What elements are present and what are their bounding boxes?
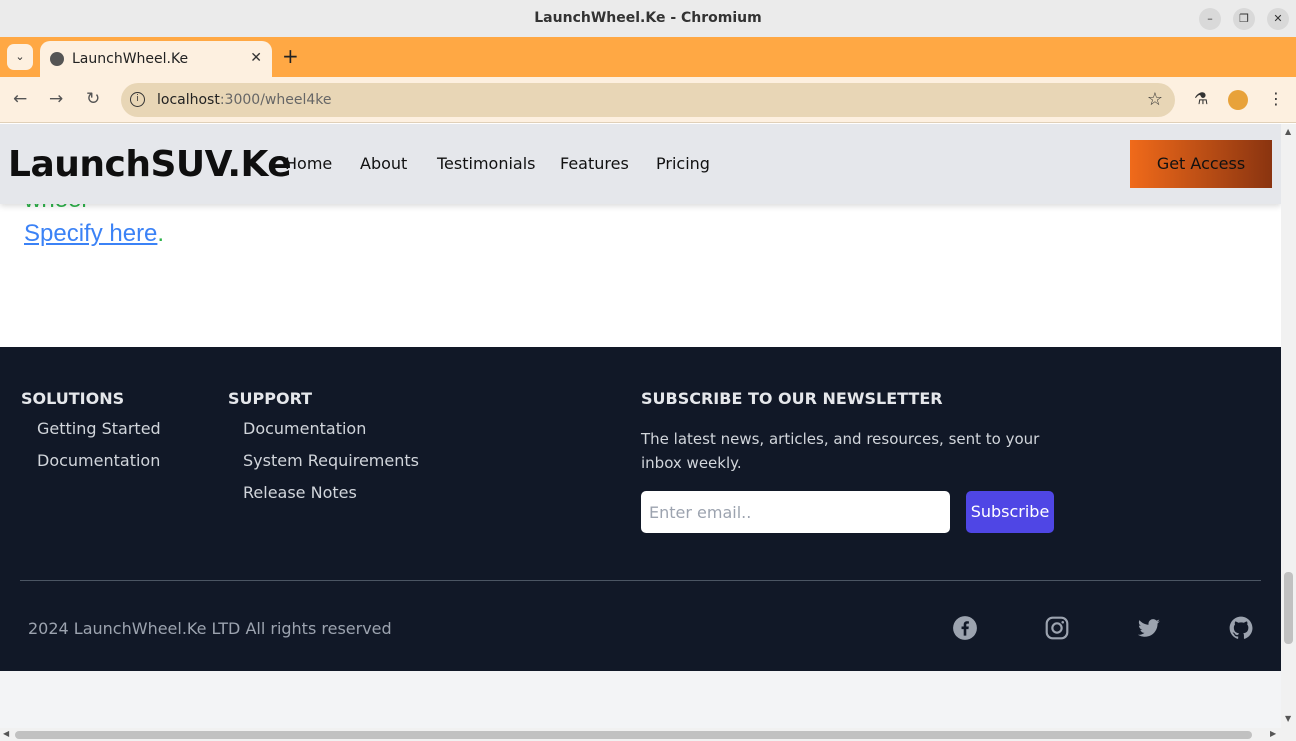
vertical-scrollbar[interactable]: ▲ ▼ [1281,124,1296,728]
footer-link-system-requirements[interactable]: System Requirements [243,451,419,470]
copyright-text: 2024 LaunchWheel.Ke LTD All rights reser… [28,619,392,638]
address-bar[interactable]: i localhost:3000/wheel4ke ☆ [121,83,1175,117]
specify-line: Specify here. [24,220,164,248]
footer-solutions-heading: SOLUTIONS [21,389,125,408]
horizontal-scrollbar[interactable]: ◀ ▶ [0,728,1296,741]
tab-strip: ⌄ LaunchWheel.Ke ✕ + [0,37,1296,77]
footer-link-support-documentation[interactable]: Documentation [243,419,366,438]
instagram-icon[interactable] [1044,615,1070,641]
restore-icon[interactable]: ❐ [1233,8,1255,30]
scroll-left-icon[interactable]: ◀ [3,729,9,738]
back-icon[interactable]: ← [13,89,27,109]
page-viewport: wheel Specify here. LaunchSUV.Ke Home Ab… [0,124,1281,728]
vertical-scroll-thumb[interactable] [1284,572,1293,644]
labs-flask-icon[interactable]: ⚗ [1194,89,1208,108]
bookmark-star-icon[interactable]: ☆ [1147,89,1163,110]
newsletter-description: The latest news, articles, and resources… [641,430,1040,472]
scroll-right-icon[interactable]: ▶ [1270,729,1276,738]
address-url[interactable]: localhost:3000/wheel4ke [157,92,331,108]
url-path: :3000/wheel4ke [219,92,332,108]
nav-testimonials[interactable]: Testimonials [437,154,536,173]
footer-link-documentation[interactable]: Documentation [37,451,160,470]
footer-link-release-notes[interactable]: Release Notes [243,483,357,502]
nav-features[interactable]: Features [560,154,629,173]
new-tab-icon[interactable]: + [282,45,299,67]
facebook-icon[interactable] [952,615,978,641]
newsletter-heading: SUBSCRIBE TO OUR NEWSLETTER [641,389,943,408]
site-info-icon[interactable]: i [130,92,145,107]
profile-avatar-icon[interactable] [1228,90,1248,110]
tab-search-icon[interactable]: ⌄ [7,44,33,70]
tab-close-icon[interactable]: ✕ [250,50,262,66]
subscribe-button[interactable]: Subscribe [966,491,1054,533]
footer-support-heading: SUPPORT [228,389,313,408]
minimize-icon[interactable]: – [1199,8,1221,30]
footer-link-getting-started[interactable]: Getting Started [37,419,161,438]
newsletter-email-input[interactable] [641,491,950,533]
globe-icon [50,52,64,66]
close-window-icon[interactable]: ✕ [1267,8,1289,30]
site-brand[interactable]: LaunchSUV.Ke [8,144,292,185]
tab-title: LaunchWheel.Ke [72,51,189,67]
site-footer: SOLUTIONS Getting Started Documentation … [0,347,1281,671]
forward-icon[interactable]: → [49,89,63,109]
horizontal-scroll-thumb[interactable] [15,731,1252,739]
reload-icon[interactable]: ↻ [86,89,100,109]
nav-about[interactable]: About [360,154,407,173]
menu-kebab-icon[interactable]: ⋮ [1268,89,1284,108]
window-titlebar: LaunchWheel.Ke - Chromium – ❐ ✕ [0,0,1296,37]
browser-toolbar: ← → ↻ i localhost:3000/wheel4ke ☆ ⚗ ⋮ [0,77,1296,123]
tab-active[interactable]: LaunchWheel.Ke ✕ [40,41,272,77]
specify-suffix: . [157,220,165,247]
url-host: localhost [157,92,220,108]
scroll-up-icon[interactable]: ▲ [1285,127,1291,136]
footer-divider [20,580,1261,581]
scroll-down-icon[interactable]: ▼ [1285,714,1291,723]
github-icon[interactable] [1228,615,1254,641]
specify-here-link[interactable]: Specify here [24,220,157,247]
window-title: LaunchWheel.Ke - Chromium [534,10,762,26]
nav-pricing[interactable]: Pricing [656,154,710,173]
get-access-button[interactable]: Get Access [1130,140,1272,188]
nav-home[interactable]: Home [285,154,332,173]
twitter-icon[interactable] [1136,615,1162,641]
site-navbar: LaunchSUV.Ke Home About Testimonials Fea… [0,124,1281,204]
